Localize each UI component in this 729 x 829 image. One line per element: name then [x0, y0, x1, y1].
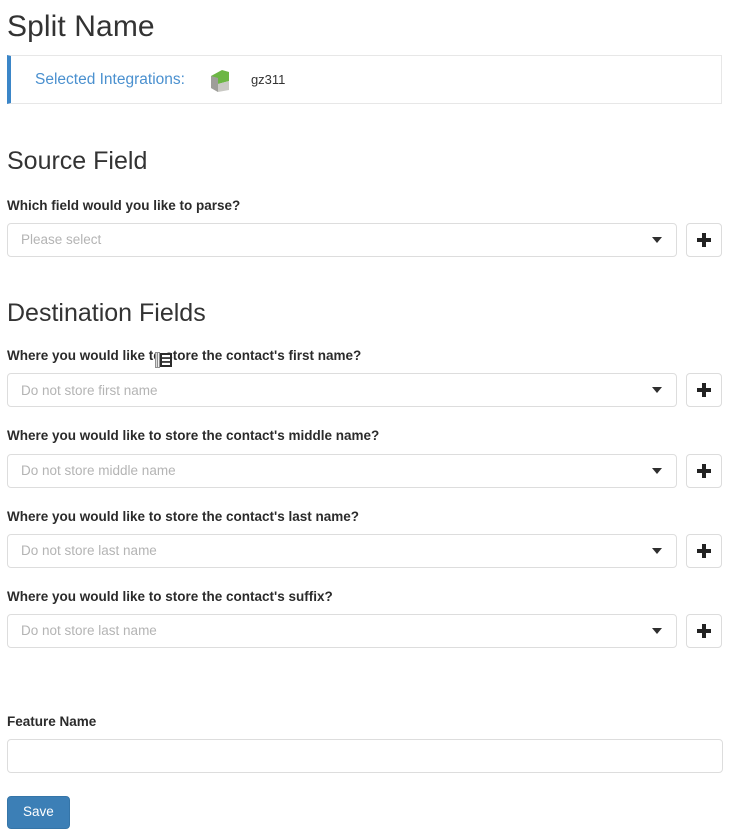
plus-icon — [697, 383, 711, 398]
destination-suffix-select-value: Do not store last name — [21, 623, 157, 639]
source-field-select[interactable]: Please select — [7, 222, 677, 257]
source-field-label: Which field would you like to parse? — [7, 197, 241, 213]
chevron-down-icon — [652, 627, 662, 634]
plus-icon — [697, 232, 711, 247]
page-title: Split Name — [7, 10, 155, 43]
destination-first-name-row: Do not store first name — [7, 373, 722, 408]
destination-last-name-add-button[interactable] — [686, 533, 722, 568]
integration-chip[interactable]: gz311 — [207, 67, 285, 93]
source-field-select-value: Please select — [21, 232, 102, 248]
chevron-down-icon — [652, 467, 662, 474]
integration-name: gz311 — [250, 72, 286, 87]
destination-middle-name-select[interactable]: Do not store middle name — [7, 453, 677, 488]
save-button[interactable]: Save — [7, 796, 70, 829]
chevron-down-icon — [652, 547, 662, 554]
destination-fields-heading: Destination Fields — [7, 298, 206, 327]
plus-icon — [697, 623, 711, 638]
destination-middle-name-label: Where you would like to store the contac… — [7, 428, 380, 444]
source-field-add-button[interactable] — [686, 222, 722, 257]
integration-flag-icon — [210, 69, 229, 92]
chevron-down-icon — [652, 236, 662, 243]
destination-last-name-select[interactable]: Do not store last name — [7, 533, 677, 568]
plus-icon — [697, 463, 711, 478]
destination-first-name-select[interactable]: Do not store first name — [7, 373, 677, 408]
destination-first-name-add-button[interactable] — [686, 373, 722, 408]
destination-middle-name-select-value: Do not store middle name — [21, 463, 176, 479]
destination-first-name-select-value: Do not store first name — [21, 382, 158, 398]
chevron-down-icon — [652, 387, 662, 394]
destination-middle-name-add-button[interactable] — [686, 453, 722, 488]
destination-last-name-row: Do not store last name — [7, 533, 722, 568]
destination-first-name-label: Where you would like to store the contac… — [7, 348, 362, 364]
feature-name-label: Feature Name — [7, 713, 97, 729]
selected-integrations-alert: Selected Integrations: gz311 — [7, 55, 722, 104]
destination-last-name-select-value: Do not store last name — [21, 543, 157, 559]
source-field-heading: Source Field — [7, 147, 148, 175]
selected-integrations-label: Selected Integrations: — [35, 70, 185, 88]
destination-middle-name-row: Do not store middle name — [7, 453, 722, 488]
destination-last-name-label: Where you would like to store the contac… — [7, 508, 360, 524]
split-name-page: Split Name Selected Integrations: gz311 … — [0, 0, 729, 829]
destination-suffix-row: Do not store last name — [7, 613, 722, 648]
feature-name-input[interactable] — [7, 739, 723, 774]
plus-icon — [697, 543, 711, 558]
destination-suffix-add-button[interactable] — [686, 613, 722, 648]
destination-suffix-select[interactable]: Do not store last name — [7, 613, 677, 648]
destination-suffix-label: Where you would like to store the contac… — [7, 588, 333, 604]
source-field-row: Please select — [7, 222, 722, 257]
